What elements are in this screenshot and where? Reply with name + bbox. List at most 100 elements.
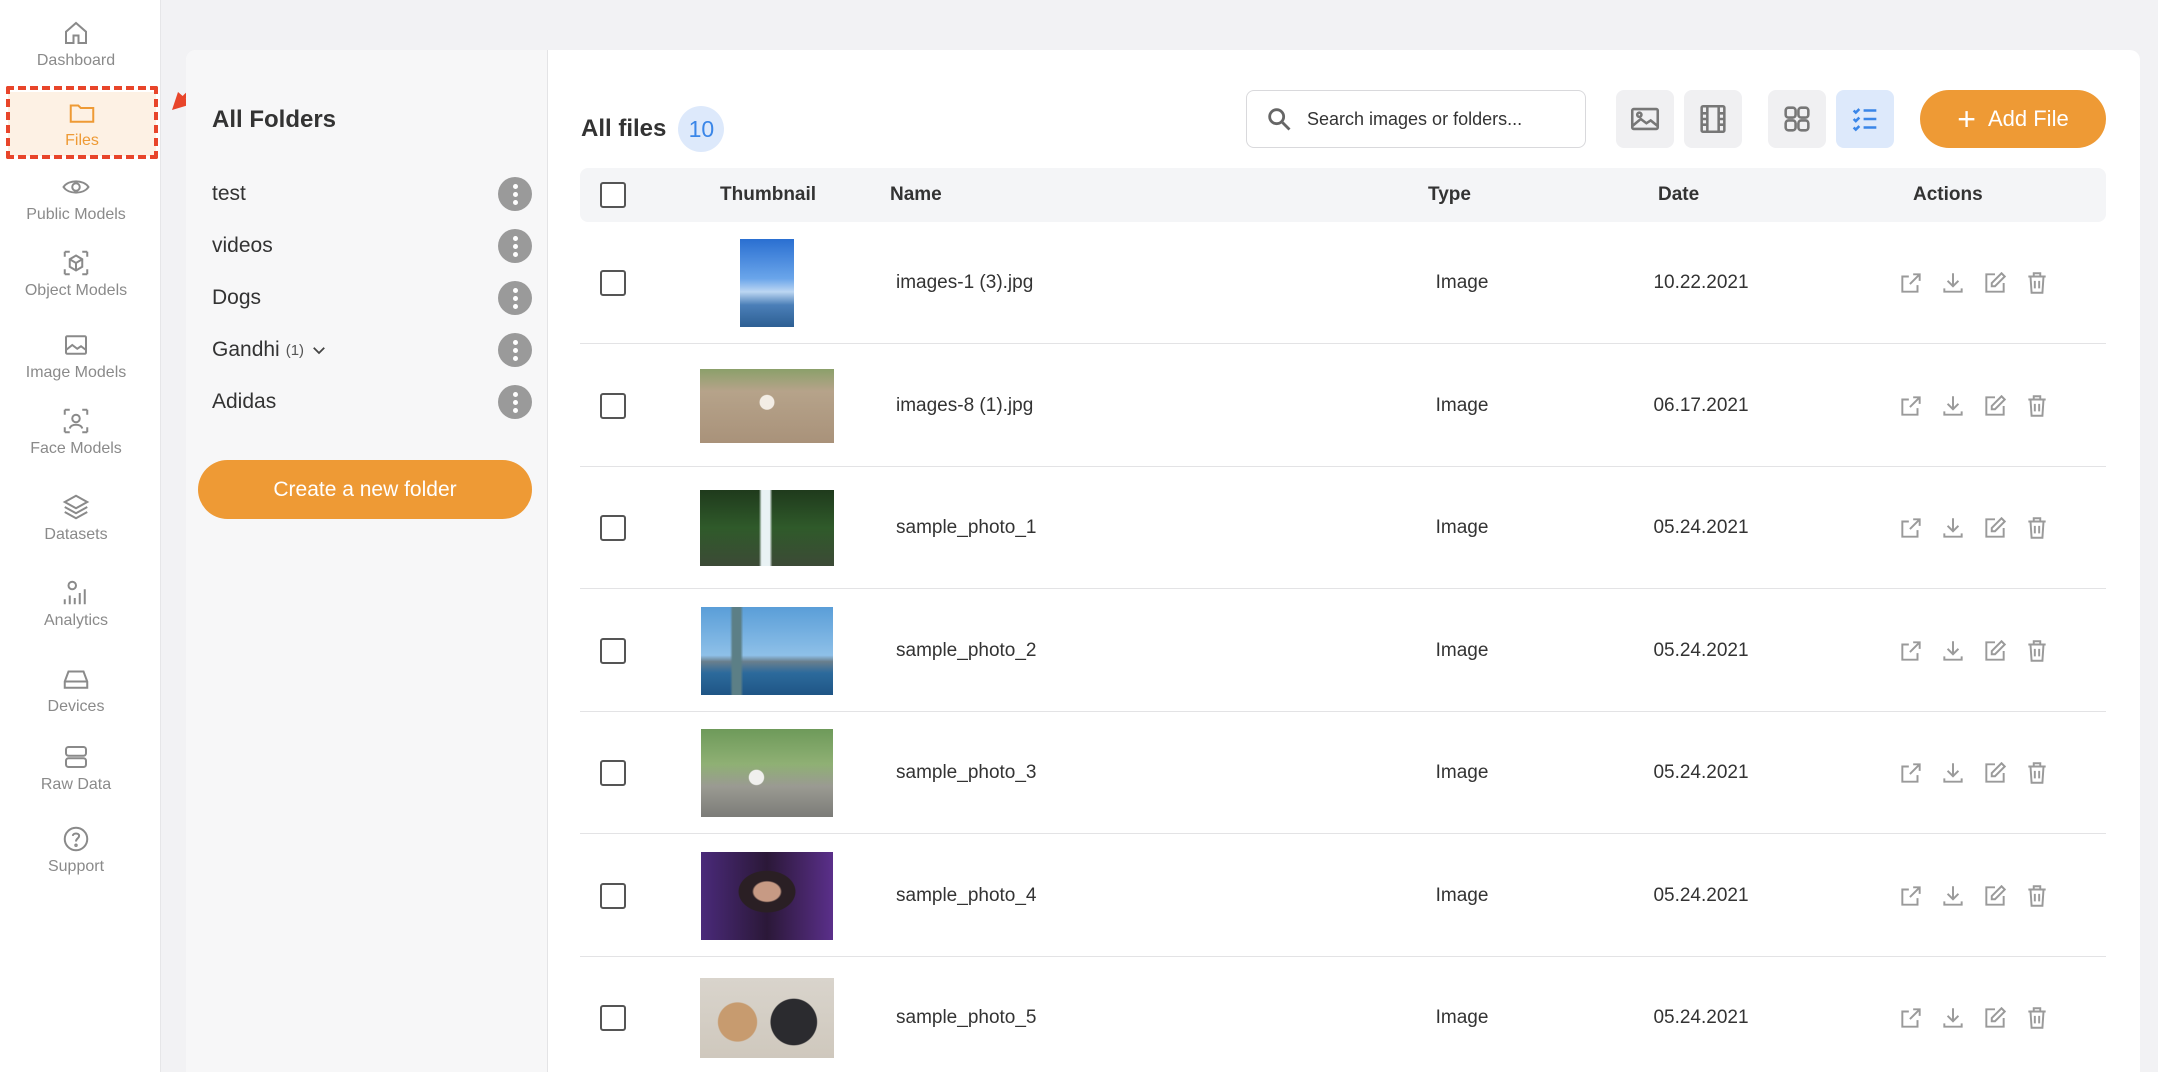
nav-dashboard[interactable]: Dashboard [0, 18, 152, 74]
folder-item[interactable]: Gandhi (1) [212, 330, 532, 370]
thumbnail-image[interactable] [700, 978, 834, 1058]
row-checkbox[interactable] [600, 270, 626, 296]
folder-item[interactable]: test [212, 174, 532, 214]
nav-face-models[interactable]: Face Models [0, 406, 152, 468]
nav-support[interactable]: Support [0, 824, 152, 884]
download-icon[interactable] [1940, 270, 1966, 296]
share-icon[interactable] [1898, 393, 1924, 419]
trash-icon[interactable] [2024, 393, 2050, 419]
add-file-button[interactable]: + Add File [1920, 90, 2106, 148]
kebab-menu-icon[interactable] [498, 385, 532, 419]
edit-icon[interactable] [1982, 883, 2008, 909]
filter-videos-button[interactable] [1684, 90, 1742, 148]
edit-icon[interactable] [1982, 1005, 2008, 1031]
share-icon[interactable] [1898, 1005, 1924, 1031]
create-folder-button[interactable]: Create a new folder [198, 460, 532, 519]
folder-item[interactable]: videos [212, 226, 532, 266]
row-checkbox[interactable] [600, 760, 626, 786]
edit-icon[interactable] [1982, 515, 2008, 541]
download-icon[interactable] [1940, 638, 1966, 664]
select-all-checkbox[interactable] [600, 182, 626, 208]
file-type: Image [1435, 272, 1489, 293]
file-name[interactable]: sample_photo_5 [896, 957, 1037, 1072]
trash-icon[interactable] [2024, 638, 2050, 664]
row-checkbox[interactable] [600, 1005, 626, 1031]
column-name[interactable]: Name [890, 168, 942, 222]
row-actions [1898, 712, 2050, 834]
table-row[interactable]: sample_photo_2 Image 05.24.2021 [580, 590, 2106, 712]
plus-icon: + [1957, 101, 1976, 137]
edit-icon[interactable] [1982, 638, 2008, 664]
nav-image-models[interactable]: Image Models [0, 330, 152, 386]
trash-icon[interactable] [2024, 883, 2050, 909]
thumbnail-cell [700, 957, 834, 1072]
file-name[interactable]: images-1 (3).jpg [896, 222, 1033, 344]
kebab-menu-icon[interactable] [498, 177, 532, 211]
chevron-down-icon[interactable] [310, 341, 328, 359]
nav-object-models[interactable]: Object Models [0, 248, 152, 310]
thumbnail-image[interactable] [701, 606, 833, 695]
nav-label: Files [65, 132, 99, 149]
grid-icon [1784, 106, 1810, 132]
file-name[interactable]: sample_photo_1 [896, 467, 1037, 589]
list-view-button[interactable] [1836, 90, 1894, 148]
row-checkbox[interactable] [600, 882, 626, 909]
kebab-menu-icon[interactable] [498, 333, 532, 367]
file-name[interactable]: images-8 (1).jpg [896, 345, 1033, 467]
nav-analytics[interactable]: Analytics [0, 578, 152, 642]
column-date[interactable]: Date [1658, 168, 1699, 222]
grid-view-button[interactable] [1768, 90, 1826, 148]
download-icon[interactable] [1940, 883, 1966, 909]
file-name[interactable]: sample_photo_4 [896, 835, 1037, 957]
table-row[interactable]: sample_photo_4 Image 05.24.2021 [580, 835, 2106, 957]
nav-raw-data[interactable]: Raw Data [0, 742, 152, 804]
download-icon[interactable] [1940, 760, 1966, 786]
search-box[interactable] [1246, 90, 1586, 148]
file-date: 05.24.2021 [1653, 762, 1749, 783]
table-row[interactable]: sample_photo_1 Image 05.24.2021 [580, 467, 2106, 589]
thumbnail-image[interactable] [700, 490, 834, 566]
trash-icon[interactable] [2024, 515, 2050, 541]
file-date: 05.24.2021 [1653, 1007, 1749, 1028]
table-row[interactable]: sample_photo_5 Image 05.24.2021 [580, 957, 2106, 1072]
trash-icon[interactable] [2024, 1005, 2050, 1031]
edit-icon[interactable] [1982, 393, 2008, 419]
file-name[interactable]: sample_photo_2 [896, 590, 1037, 712]
share-icon[interactable] [1898, 638, 1924, 664]
trash-icon[interactable] [2024, 270, 2050, 296]
kebab-menu-icon[interactable] [498, 281, 532, 315]
folder-item[interactable]: Adidas [212, 382, 532, 422]
folder-item[interactable]: Dogs [212, 278, 532, 318]
share-icon[interactable] [1898, 515, 1924, 541]
download-icon[interactable] [1940, 515, 1966, 541]
nav-datasets[interactable]: Datasets [0, 492, 152, 552]
column-type[interactable]: Type [1428, 168, 1471, 222]
row-checkbox[interactable] [600, 637, 626, 664]
download-icon[interactable] [1940, 393, 1966, 419]
table-row[interactable]: sample_photo_3 Image 05.24.2021 [580, 712, 2106, 834]
table-row[interactable]: images-1 (3).jpg Image 10.22.2021 [580, 222, 2106, 344]
share-icon[interactable] [1898, 760, 1924, 786]
nav-label: Image Models [25, 364, 127, 381]
thumbnail-image[interactable] [740, 239, 794, 327]
thumbnail-image[interactable] [700, 368, 834, 443]
table-row[interactable]: images-8 (1).jpg Image 06.17.2021 [580, 345, 2106, 467]
kebab-menu-icon[interactable] [498, 229, 532, 263]
edit-icon[interactable] [1982, 270, 2008, 296]
trash-icon[interactable] [2024, 760, 2050, 786]
edit-icon[interactable] [1982, 760, 2008, 786]
nav-devices[interactable]: Devices [0, 664, 152, 722]
row-checkbox[interactable] [600, 392, 626, 419]
thumbnail-image[interactable] [701, 729, 833, 817]
share-icon[interactable] [1898, 270, 1924, 296]
file-name[interactable]: sample_photo_3 [896, 712, 1037, 834]
nav-files[interactable]: Files [8, 92, 156, 156]
download-icon[interactable] [1940, 1005, 1966, 1031]
thumbnail-image[interactable] [701, 851, 833, 940]
share-icon[interactable] [1898, 883, 1924, 909]
row-checkbox[interactable] [600, 515, 626, 541]
film-icon [1700, 104, 1726, 134]
search-input[interactable] [1307, 108, 1567, 130]
filter-images-button[interactable] [1616, 90, 1674, 148]
nav-public-models[interactable]: Public Models [0, 172, 152, 228]
